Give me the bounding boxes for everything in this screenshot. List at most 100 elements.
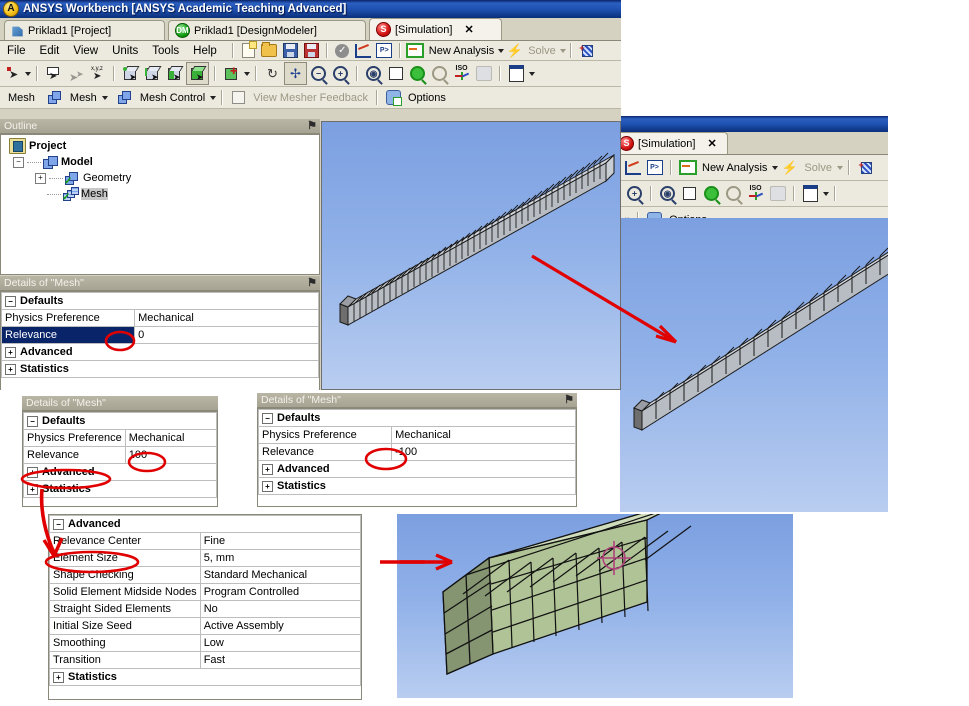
menu-edit[interactable]: Edit: [33, 45, 67, 57]
mesh-point-icon[interactable]: +: [576, 40, 597, 61]
property-value[interactable]: Standard Mechanical: [199, 566, 362, 584]
chevron-down-icon-select[interactable]: [25, 71, 31, 76]
pin-icon[interactable]: ⚑: [307, 277, 317, 289]
viewport-fine-mesh[interactable]: [321, 121, 621, 390]
zoom-in-icon[interactable]: +: [330, 63, 351, 84]
tree-node-geometry[interactable]: + ✓ Geometry: [5, 170, 319, 187]
collapse-toggle[interactable]: −: [5, 296, 16, 308]
tree-node-mesh[interactable]: ✓ Mesh: [5, 186, 319, 203]
details-group-row[interactable]: − Defaults: [23, 412, 217, 430]
tab-simulation-secondary[interactable]: S [Simulation] ✕: [620, 132, 728, 154]
close-icon[interactable]: ✕: [707, 137, 716, 150]
table-row[interactable]: Solid Element Midside Nodes Program Cont…: [49, 583, 362, 601]
save-as-icon[interactable]: [301, 40, 322, 61]
details-grid-wrap[interactable]: − Defaults Physics Preference Mechanical …: [257, 408, 577, 507]
expand-toggle[interactable]: +: [27, 467, 38, 479]
face-select-icon[interactable]: ➤: [164, 63, 185, 84]
mesh-icon[interactable]: [45, 87, 66, 108]
new-document-icon[interactable]: [238, 40, 259, 61]
new-analysis-label[interactable]: New Analysis: [699, 162, 770, 174]
parameters-icon[interactable]: P>: [644, 157, 665, 178]
options-icon[interactable]: [383, 87, 404, 108]
secondary-tab-strip[interactable]: S [Simulation] ✕: [620, 132, 888, 155]
secondary-toolbar-main[interactable]: P> New Analysis ⚡ Solve +: [620, 155, 888, 181]
table-row-relevance[interactable]: Relevance 0: [0, 326, 319, 344]
open-folder-icon[interactable]: [259, 40, 280, 61]
parameters-icon[interactable]: P>: [374, 40, 395, 61]
chevron-down-icon-cs[interactable]: [244, 71, 250, 76]
menu-help[interactable]: Help: [186, 45, 224, 57]
table-row[interactable]: Straight Sided Elements No: [49, 600, 362, 618]
table-row-relevance[interactable]: Relevance 100: [23, 446, 218, 464]
collapse-toggle[interactable]: −: [53, 519, 64, 531]
property-value[interactable]: 5, mm: [199, 549, 362, 567]
details-panel-advanced[interactable]: − Advanced Relevance Center Fine Element …: [48, 514, 362, 700]
pan-icon[interactable]: ✢: [284, 62, 307, 85]
details-group-row[interactable]: + Statistics: [258, 477, 576, 495]
magnify-icon[interactable]: [407, 63, 428, 84]
property-value[interactable]: Low: [199, 634, 362, 652]
menu-units[interactable]: Units: [105, 45, 145, 57]
check-icon[interactable]: ✓: [332, 40, 353, 61]
mesh-control-icon[interactable]: [115, 87, 136, 108]
zoom-to-fit-icon[interactable]: ◉: [363, 63, 384, 84]
table-row[interactable]: Relevance Center Fine: [49, 532, 362, 550]
expand-toggle[interactable]: +: [5, 347, 16, 359]
iso-view-icon[interactable]: ISO: [745, 183, 766, 204]
new-analysis-icon[interactable]: [405, 40, 426, 61]
property-value[interactable]: Mechanical: [391, 426, 576, 444]
expand-toggle[interactable]: +: [53, 672, 64, 684]
collapse-toggle[interactable]: −: [262, 413, 273, 425]
details-group-row[interactable]: − Defaults: [1, 292, 319, 310]
color-swatch[interactable]: [800, 183, 821, 204]
toolbar-selection[interactable]: ➤ ➤ ➤ ➤ x,y,z ➤ ➤ ➤ ➤ ➤ ✚ ↻ ✢ − + ◉ ISO: [0, 61, 621, 87]
mesh-button-label[interactable]: Mesh: [67, 92, 100, 104]
table-row-relevance[interactable]: Relevance -100: [257, 443, 576, 461]
details-group-row[interactable]: + Advanced: [1, 343, 319, 361]
table-row[interactable]: Physics Preference Mechanical: [0, 309, 319, 327]
expand-toggle[interactable]: +: [35, 172, 46, 184]
chevron-down-icon-meshctrl[interactable]: [210, 95, 217, 100]
details-group-row[interactable]: + Statistics: [49, 668, 361, 686]
menu-tools[interactable]: Tools: [145, 45, 186, 57]
menu-file[interactable]: File: [0, 45, 33, 57]
iso-view-icon[interactable]: ISO: [451, 63, 472, 84]
property-value[interactable]: Active Assembly: [199, 617, 362, 635]
property-value[interactable]: 0: [134, 326, 319, 344]
details-group-row[interactable]: − Advanced: [49, 515, 361, 533]
box-zoom-icon[interactable]: [385, 63, 406, 84]
box-select-icon[interactable]: ➤: [43, 63, 64, 84]
zoom-to-fit-icon[interactable]: ◉: [657, 183, 678, 204]
details-grid-wrap[interactable]: − Defaults Physics Preference Mechanical …: [0, 291, 320, 390]
property-value[interactable]: 100: [124, 446, 218, 464]
expand-toggle[interactable]: +: [262, 481, 273, 493]
table-row[interactable]: Physics Preference Mechanical: [23, 429, 218, 447]
expand-toggle[interactable]: +: [262, 464, 273, 476]
menu-bar[interactable]: File Edit View Units Tools Help ✓ P> New…: [0, 41, 621, 61]
tab-simulation[interactable]: S [Simulation] ✕: [369, 18, 502, 40]
expand-toggle[interactable]: +: [27, 484, 38, 496]
refresh-icon[interactable]: ↻: [262, 63, 283, 84]
menu-view[interactable]: View: [66, 45, 105, 57]
details-grid-wrap[interactable]: − Defaults Physics Preference Mechanical …: [22, 411, 218, 507]
edge-select-icon[interactable]: ➤: [142, 63, 163, 84]
collapse-toggle[interactable]: −: [27, 416, 38, 428]
table-row[interactable]: Initial Size Seed Active Assembly: [49, 617, 362, 635]
chevron-down-icon-color[interactable]: [529, 71, 535, 76]
viewport-coarse-mesh[interactable]: [620, 218, 888, 512]
tree-node-project[interactable]: Project: [5, 138, 319, 154]
property-value[interactable]: Mechanical: [134, 309, 319, 327]
tab-designmodeler[interactable]: DM Priklad1 [DesignModeler]: [168, 20, 366, 40]
property-value[interactable]: Fine: [199, 532, 362, 550]
options-label[interactable]: Options: [405, 92, 449, 104]
table-row[interactable]: Shape Checking Standard Mechanical: [49, 566, 362, 584]
coordinate-system-icon[interactable]: ✚: [221, 63, 242, 84]
zoom-out-icon[interactable]: −: [308, 63, 329, 84]
color-swatch[interactable]: [506, 63, 527, 84]
toolbar-mesh[interactable]: Mesh Mesh Mesh Control View Mesher Feedb…: [0, 87, 621, 109]
details-group-row[interactable]: + Statistics: [23, 480, 217, 498]
box-zoom-icon[interactable]: [679, 183, 700, 204]
viewport-element-size-mesh[interactable]: [397, 499, 793, 698]
save-icon[interactable]: [280, 40, 301, 61]
property-value[interactable]: Program Controlled: [199, 583, 362, 601]
